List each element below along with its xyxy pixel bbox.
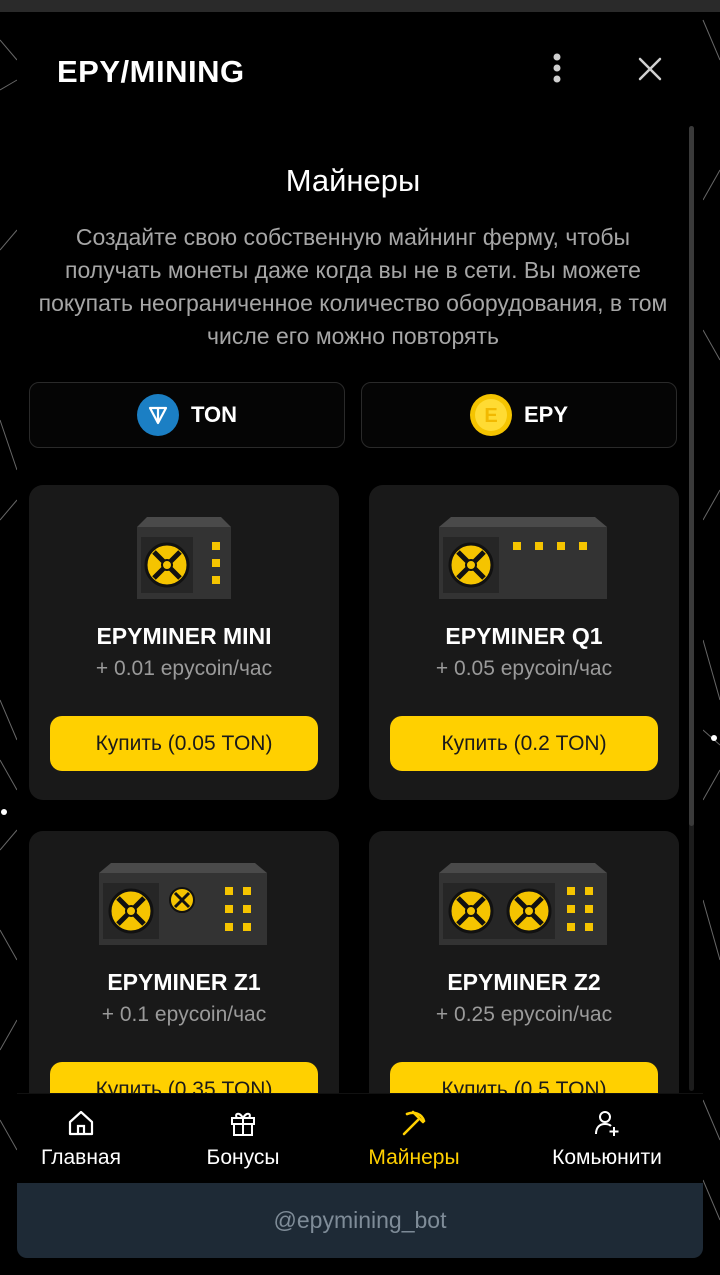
tab-epy[interactable]: E EPY	[361, 382, 677, 448]
gift-icon	[231, 1112, 255, 1136]
miner-card-q1: EPYMINER Q1 + 0.05 epycoin/час Купить (0…	[369, 485, 679, 800]
miner-card-z2: EPYMINER Z2 + 0.25 epycoin/час Купить (0…	[369, 831, 679, 1093]
user-plus-icon	[595, 1111, 619, 1136]
nav-item-miners[interactable]: Майнеры	[352, 1094, 476, 1184]
miners-scroll-area[interactable]: Майнеры Создайте свою собственную майнин…	[17, 123, 703, 1093]
miner-card-z1: EPYMINER Z1 + 0.1 epycoin/час Купить (0.…	[29, 831, 339, 1093]
buy-miner-q1-button[interactable]: Купить (0.2 TON)	[390, 716, 658, 771]
miner-rate: + 0.05 epycoin/час	[435, 657, 613, 680]
dots-vertical-icon[interactable]	[542, 50, 572, 90]
miner-q1-image	[369, 507, 679, 602]
tab-epy-label: EPY	[523, 402, 569, 427]
tab-ton[interactable]: TON	[29, 382, 345, 448]
miner-rate: + 0.25 epycoin/час	[435, 1003, 613, 1026]
miner-name: EPYMINER Z2	[447, 969, 601, 995]
nav-item-bonuses[interactable]: Бонусы	[187, 1094, 299, 1184]
page-title: Майнеры	[285, 163, 421, 198]
mini-app-window: EPY/MINING Майнеры Создайте свою собстве…	[17, 18, 703, 1258]
nav-label-home: Главная	[41, 1146, 121, 1169]
nav-item-community[interactable]: Комьюнити	[539, 1094, 675, 1184]
miner-z2-image	[369, 853, 679, 948]
bot-handle: @epymining_bot	[273, 1207, 447, 1233]
miner-z1-image	[29, 853, 339, 948]
scrollbar[interactable]	[689, 126, 694, 1091]
miner-card-mini: EPYMINER MINI + 0.01 epycoin/час Купить …	[29, 485, 339, 800]
svg-text:E: E	[484, 405, 497, 427]
home-icon	[68, 1110, 94, 1136]
app-header: EPY/MINING	[17, 18, 703, 123]
buy-miner-z2-button[interactable]: Купить (0.5 TON)	[390, 1062, 658, 1093]
miner-mini-image	[29, 507, 339, 602]
miner-rate: + 0.1 epycoin/час	[101, 1003, 267, 1026]
scrollbar-thumb[interactable]	[689, 126, 694, 826]
miner-rate: + 0.01 epycoin/час	[95, 657, 273, 680]
tab-ton-label: TON	[190, 402, 238, 427]
top-system-strip	[0, 0, 720, 12]
buy-miner-mini-button[interactable]: Купить (0.05 TON)	[50, 716, 318, 771]
nav-item-home[interactable]: Главная	[17, 1094, 145, 1184]
miner-name: EPYMINER Z1	[107, 969, 261, 995]
bottom-nav: Главная Бонусы Майнеры Комьюнити	[17, 1093, 703, 1183]
buy-miner-z1-button[interactable]: Купить (0.35 TON)	[50, 1062, 318, 1093]
miner-name: EPYMINER Q1	[445, 623, 603, 649]
ton-coin-icon	[136, 394, 179, 436]
epy-coin-icon: E	[469, 394, 512, 436]
bot-footer-bar[interactable]: @epymining_bot	[17, 1183, 703, 1258]
nav-label-bonuses: Бонусы	[206, 1146, 280, 1169]
close-icon[interactable]	[635, 54, 665, 84]
page-description: Создайте свою собственную майнинг ферму,…	[38, 224, 668, 349]
nav-label-miners: Майнеры	[368, 1146, 460, 1169]
miner-name: EPYMINER MINI	[96, 623, 272, 649]
app-title: EPY/MINING	[57, 54, 245, 89]
pickaxe-icon	[402, 1110, 426, 1136]
nav-label-community: Комьюнити	[552, 1146, 662, 1169]
